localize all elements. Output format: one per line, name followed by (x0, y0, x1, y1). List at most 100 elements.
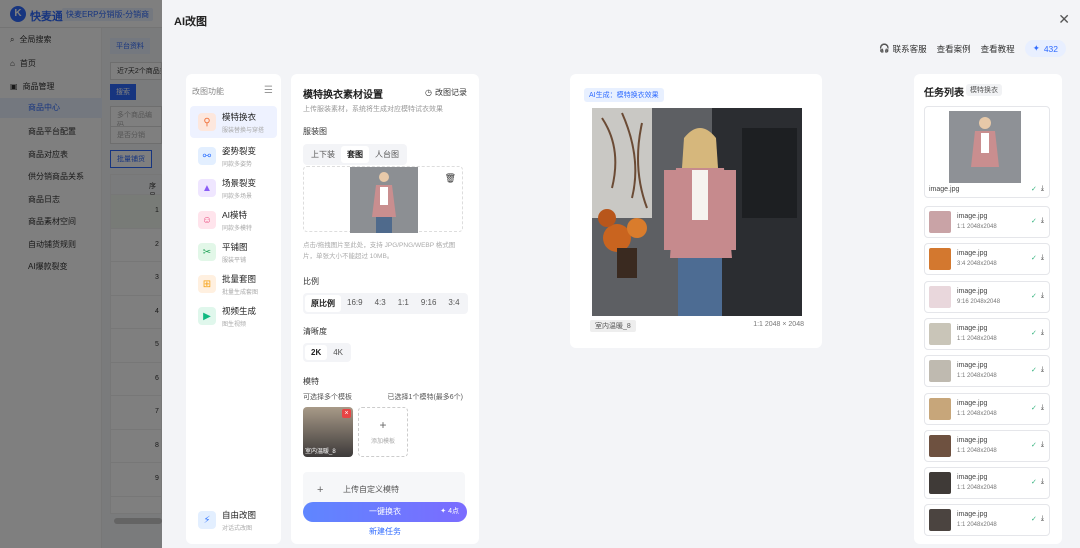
task-filename: image.jpg (957, 250, 988, 258)
download-icon[interactable]: ⤓ (1041, 185, 1044, 193)
ratio-3-4[interactable]: 3:4 (442, 295, 465, 312)
view-tutorial-link[interactable]: 查看教程 (981, 43, 1015, 55)
headset-icon: 🎧 (879, 43, 890, 53)
function-outfit-swap[interactable]: ⚲ 模特换衣 服装替换与穿搭 (190, 106, 277, 138)
task-filename: image.jpg (929, 186, 960, 193)
model-caption: 室内温暖_8 (305, 449, 336, 455)
task-resolution: 1:1 2048x2048 (957, 373, 997, 380)
clarity-4k[interactable]: 4K (327, 345, 349, 360)
selected-model-card[interactable]: 室内温暖_8 × (303, 407, 353, 457)
edit-history-link[interactable]: ◷ 改图记录 (425, 87, 467, 98)
new-task-link[interactable]: 新建任务 (291, 526, 479, 537)
remove-model-icon[interactable]: × (342, 409, 351, 418)
clarity-2k[interactable]: 2K (305, 345, 328, 360)
task-thumbnail (929, 434, 951, 457)
plus-icon: + (317, 484, 324, 496)
ratio-options: 原比例 16:9 4:3 1:1 9:16 3:4 (303, 293, 468, 314)
settings-subtitle: 上传服装素材，系统将生成对应模特试衣效果 (303, 106, 443, 113)
task-thumbnail (929, 397, 951, 420)
ai-edit-modal: AI改图 ✕ 🎧 联系客服 查看案例 查看教程 ✦ 432 改图功能 ☰ ⚲ 模特换… (162, 0, 1080, 548)
function-scene-fission[interactable]: ▲ 场景裂变 同款多场景 (190, 172, 277, 204)
ratio-original[interactable]: 原比例 (305, 295, 341, 312)
task-item[interactable]: image.jpg 1:1 2048x2048 ✓ ⤓ (924, 317, 1050, 350)
clarity-options: 2K 4K (303, 343, 352, 362)
download-icon[interactable]: ⤓ (1041, 478, 1044, 486)
preview-caption: 室内温暖_8 (590, 320, 636, 332)
scene-icon: ▲ (198, 179, 216, 197)
task-item[interactable]: image.jpg 1:1 2048x2048 ✓ ⤓ (924, 206, 1050, 238)
task-filename: image.jpg (957, 287, 988, 295)
delete-icon[interactable]: 🗑 (445, 173, 456, 184)
menu-icon[interactable]: ☰ (264, 85, 273, 96)
tab-set[interactable]: 套图 (341, 146, 369, 163)
task-resolution: 1:1 2048x2048 (957, 485, 997, 492)
download-icon[interactable]: ⤓ (1041, 254, 1044, 262)
task-item[interactable]: image.jpg 1:1 2048x2048 ✓ ⤓ (924, 355, 1050, 388)
close-icon[interactable]: ✕ (1058, 12, 1070, 26)
task-item[interactable]: image.jpg 3:4 2048x2048 ✓ ⤓ (924, 243, 1050, 276)
function-video[interactable]: ▶ 视频生成 图生视频 (190, 300, 277, 332)
preview-card: AI生成：模特换衣效果 室内温暖_8 1:1 2048 × 2048 (570, 74, 822, 348)
task-list-title: 任务列表 (924, 88, 964, 99)
ratio-16-9[interactable]: 16:9 (341, 295, 369, 312)
points-badge[interactable]: ✦ 432 (1024, 40, 1066, 57)
preview-image[interactable] (592, 108, 802, 316)
grid-icon: ⊞ (198, 275, 216, 293)
cost-label: ✦ 4点 (440, 508, 459, 515)
task-resolution: 1:1 2048x2048 (957, 522, 997, 529)
pose-icon: ⚯ (198, 147, 216, 165)
check-icon: ✓ (1031, 255, 1037, 263)
function-batch-set[interactable]: ⊞ 批量套图 批量生成套图 (190, 268, 277, 300)
view-cases-link[interactable]: 查看案例 (937, 43, 971, 55)
download-icon[interactable]: ⤓ (1041, 217, 1044, 225)
tab-mannequin[interactable]: 人台图 (369, 146, 405, 163)
task-item-current[interactable]: image.jpg ✓ ⤓ (924, 106, 1050, 198)
task-filename: image.jpg (957, 213, 988, 220)
model-count: 已选择1个模特(最多6个) (387, 394, 463, 401)
task-item[interactable]: image.jpg 9:16 2048x2048 ✓ ⤓ (924, 280, 1050, 313)
ratio-label: 比例 (303, 277, 319, 286)
function-pose-fission[interactable]: ⚯ 姿势裂变 同款多姿势 (190, 140, 277, 172)
download-icon[interactable]: ⤓ (1041, 292, 1044, 300)
task-resolution: 3:4 2048x2048 (957, 261, 997, 268)
generate-button[interactable]: 一键换衣 ✦ 4点 (303, 502, 467, 522)
task-filename: image.jpg (957, 511, 988, 519)
task-resolution: 1:1 2048x2048 (957, 410, 997, 417)
download-icon[interactable]: ⤓ (1041, 515, 1044, 523)
download-icon[interactable]: ⤓ (1041, 404, 1044, 412)
task-filename: image.jpg (957, 399, 988, 407)
task-filename: image.jpg (957, 362, 988, 370)
ratio-4-3[interactable]: 4:3 (369, 295, 392, 312)
flat-lay-icon: ✂ (198, 243, 216, 261)
task-item[interactable]: image.jpg 1:1 2048x2048 ✓ ⤓ (924, 429, 1050, 462)
download-icon[interactable]: ⤓ (1041, 441, 1044, 449)
function-flat-lay[interactable]: ✂ 平铺图 服装平铺 (190, 236, 277, 268)
garment-upload-area[interactable]: 🗑 (303, 166, 463, 233)
garment-type-tabs: 上下装 套图 人台图 (303, 144, 407, 165)
ratio-9-16[interactable]: 9:16 (415, 295, 443, 312)
task-list-panel: 任务列表 模特换衣 image.jpg ✓ ⤓ image.jpg 1:1 2048… (914, 74, 1062, 544)
task-thumbnail (929, 509, 951, 532)
task-thumbnail (929, 211, 951, 233)
task-item[interactable]: image.jpg 1:1 2048x2048 ✓ ⤓ (924, 392, 1050, 425)
function-ai-model[interactable]: ☺ AI模特 同款多模特 (190, 204, 277, 236)
download-icon[interactable]: ⤓ (1041, 366, 1044, 374)
task-resolution: 1:1 2048x2048 (957, 224, 997, 230)
garment-label: 服装图 (303, 127, 327, 136)
ratio-1-1[interactable]: 1:1 (392, 295, 415, 312)
add-template-button[interactable]: + 添加模板 (358, 407, 408, 457)
task-resolution: 9:16 2048x2048 (957, 298, 1001, 305)
model-icon: ☺ (198, 211, 216, 229)
function-free-edit[interactable]: ⚡ 自由改图 对话式改图 (190, 504, 277, 536)
task-item[interactable]: image.jpg 1:1 2048x2048 ✓ ⤓ (924, 504, 1050, 537)
modal-toolbar: 🎧 联系客服 查看案例 查看教程 ✦ 432 (879, 40, 1066, 57)
task-resolution: 1:1 2048x2048 (957, 447, 997, 454)
contact-support-link[interactable]: 🎧 联系客服 (879, 43, 927, 55)
model-label: 模特 (303, 377, 319, 386)
download-icon[interactable]: ⤓ (1041, 329, 1044, 337)
tab-top-bottom[interactable]: 上下装 (305, 146, 341, 163)
garment-thumbnail (350, 167, 418, 233)
task-item[interactable]: image.jpg 1:1 2048x2048 ✓ ⤓ (924, 467, 1050, 500)
check-icon: ✓ (1031, 218, 1037, 225)
task-type-badge: 模特换衣 (966, 84, 1002, 96)
